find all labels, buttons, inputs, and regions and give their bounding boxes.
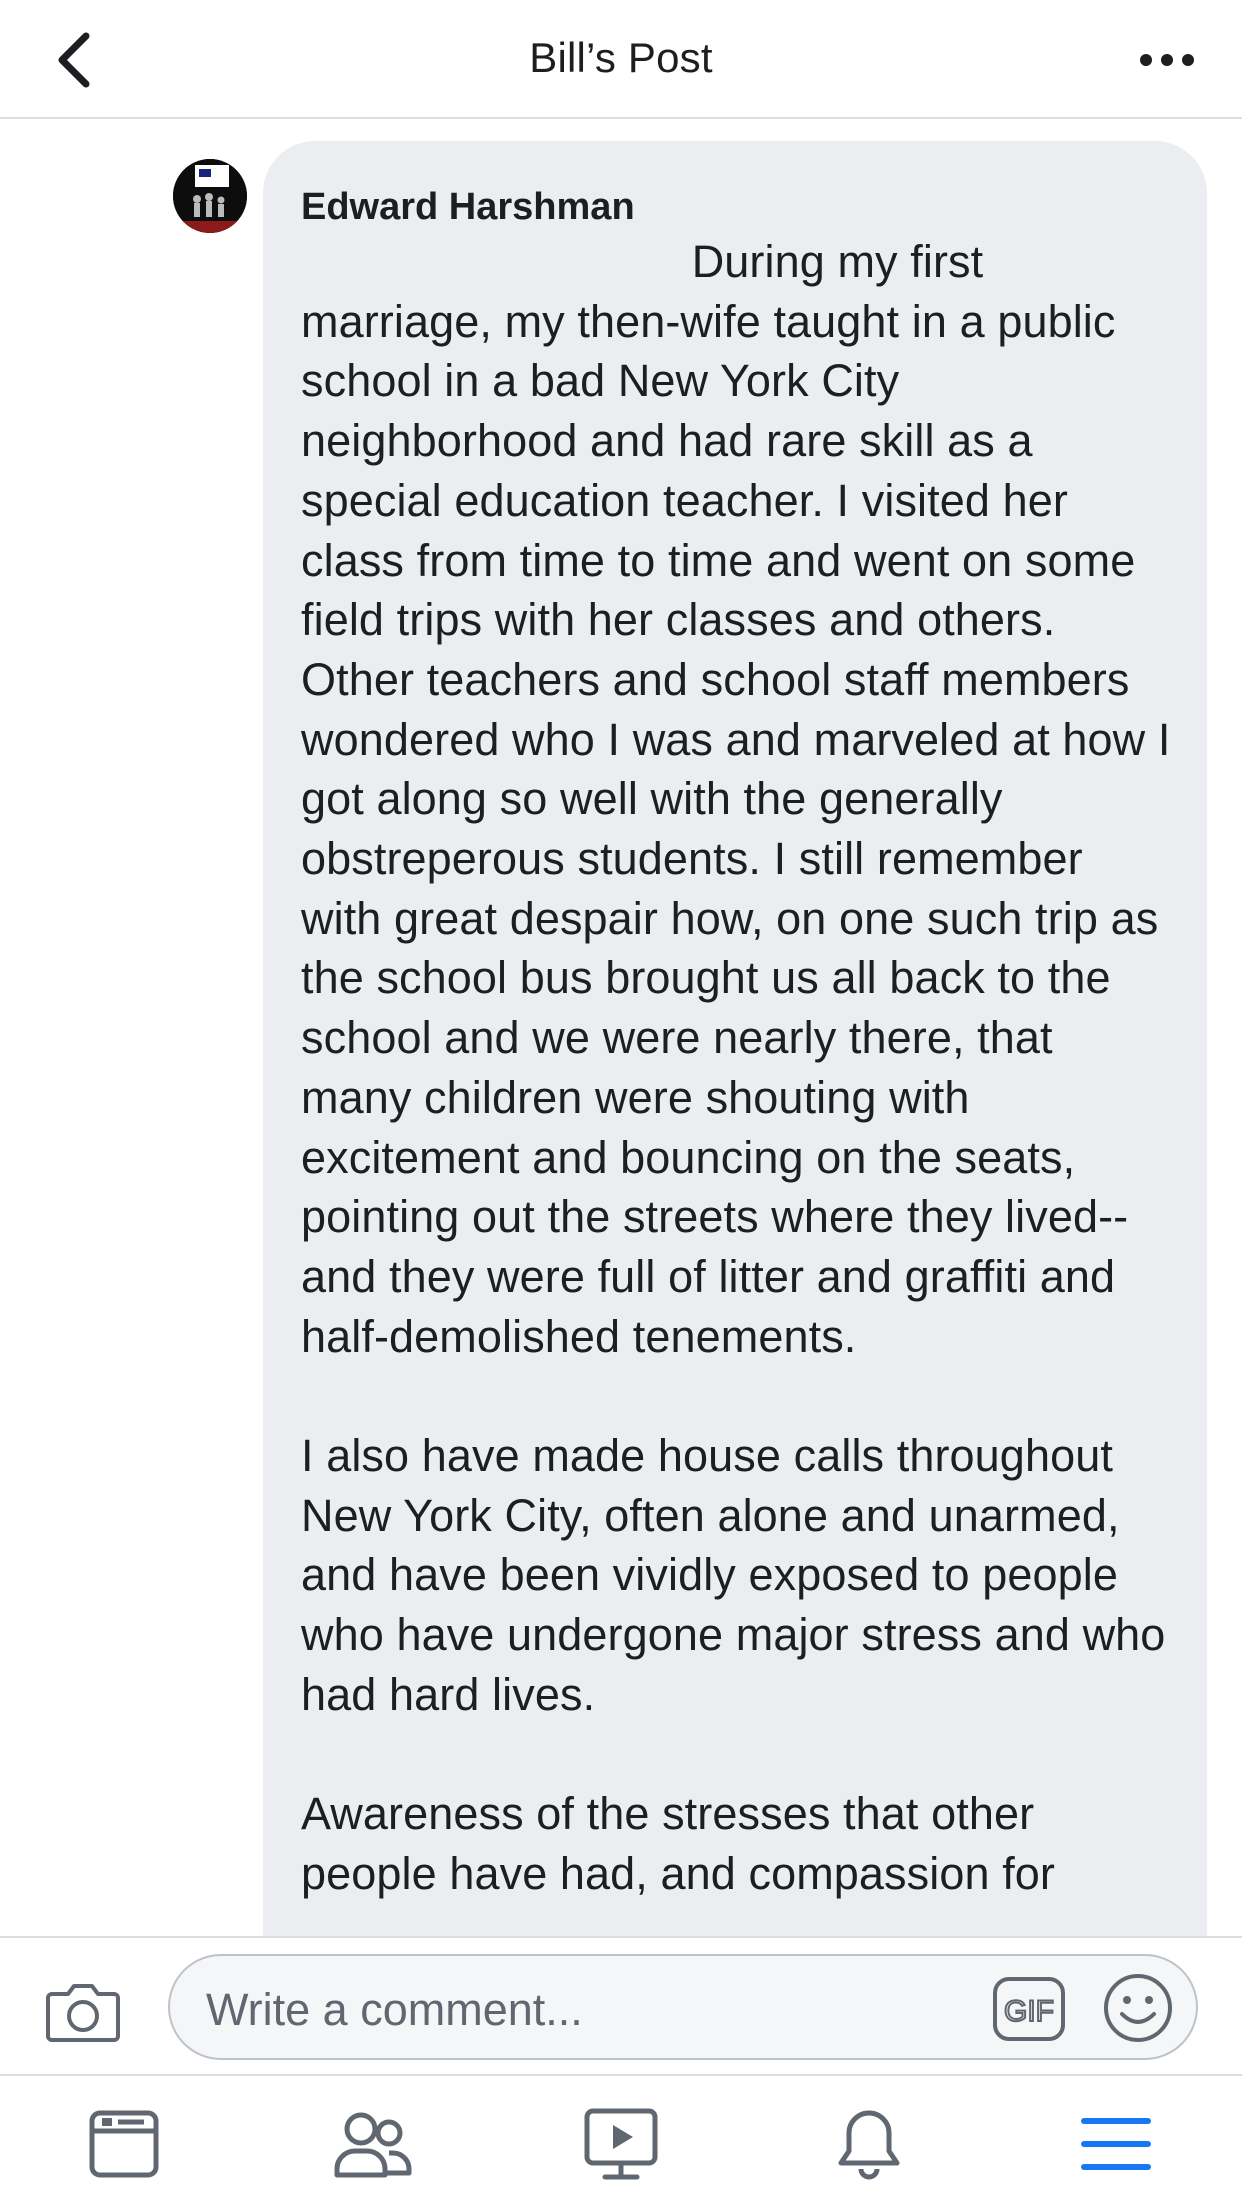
comment-bubble[interactable]: Edward Harshman During my first marriage… — [263, 141, 1207, 1936]
gif-label: GIF — [1004, 1995, 1054, 2028]
gif-button[interactable]: GIF — [992, 1976, 1066, 2042]
watch-icon — [584, 2108, 658, 2180]
header-bar: Bill’s Post — [0, 0, 1242, 119]
notifications-icon — [838, 2110, 900, 2180]
comment-text: During my first marriage, my then-wife t… — [301, 236, 1171, 1899]
comment-composer: Write a comment... GIF — [0, 1936, 1242, 2074]
tab-news-feed[interactable] — [84, 2106, 164, 2182]
tab-friends[interactable] — [333, 2106, 413, 2182]
comment-thread: Edward Harshman During my first marriage… — [0, 121, 1242, 1936]
camera-button[interactable] — [46, 1978, 120, 2044]
bottom-tab-bar — [0, 2074, 1242, 2208]
camera-icon — [46, 1984, 120, 2042]
tab-watch[interactable] — [581, 2106, 661, 2182]
more-button[interactable] — [1132, 28, 1202, 92]
comment-placeholder: Write a comment... — [206, 1984, 583, 2035]
comment-input[interactable]: Write a comment... GIF — [168, 1954, 1198, 2060]
friends-icon — [334, 2112, 412, 2178]
profile-picture — [173, 159, 247, 233]
comment-author[interactable]: Edward Harshman — [301, 183, 1171, 231]
avatar[interactable] — [173, 159, 247, 233]
page-title: Bill’s Post — [529, 34, 713, 81]
news-feed-icon — [89, 2110, 159, 2178]
more-horizontal-icon — [1140, 54, 1194, 66]
smiley-icon — [1104, 1974, 1172, 2042]
gif-icon: GIF — [993, 1977, 1065, 2041]
emoji-button[interactable] — [1102, 1972, 1174, 2044]
menu-icon — [1081, 2118, 1151, 2170]
tab-menu[interactable] — [1076, 2106, 1156, 2182]
post-screen: Bill’s Post Edward Harshman During my fi… — [0, 0, 1242, 2208]
tab-notifications[interactable] — [829, 2106, 909, 2182]
